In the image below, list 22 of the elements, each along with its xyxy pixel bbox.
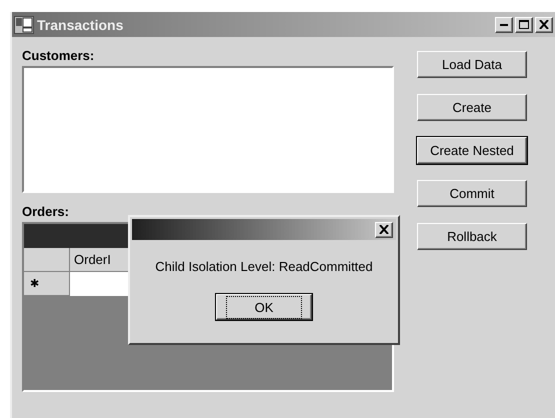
orders-label: Orders: (22, 204, 70, 219)
column-header[interactable]: OrderI (74, 252, 111, 267)
customers-list[interactable] (22, 66, 394, 193)
dialog-message: Child Isolation Level: ReadCommitted (154, 259, 374, 274)
close-icon (379, 225, 389, 234)
window-title: Transactions (37, 16, 124, 32)
minimize-button[interactable] (495, 16, 513, 32)
close-icon (539, 20, 549, 29)
action-button[interactable]: Create (417, 94, 527, 121)
app-icon (14, 16, 34, 34)
action-button[interactable]: Commit (417, 180, 527, 207)
close-button[interactable] (375, 222, 393, 238)
ok-button[interactable]: OK (216, 294, 312, 320)
minimize-icon (500, 24, 508, 26)
maximize-icon (519, 20, 529, 29)
maximize-button[interactable] (515, 16, 533, 32)
close-button[interactable] (535, 16, 553, 32)
default-button[interactable]: Create Nested (417, 137, 527, 164)
action-button[interactable]: Rollback (417, 223, 527, 250)
new-row-marker: ✱ (24, 272, 70, 296)
customers-label: Customers: (22, 48, 96, 63)
action-button[interactable]: Load Data (417, 51, 527, 78)
